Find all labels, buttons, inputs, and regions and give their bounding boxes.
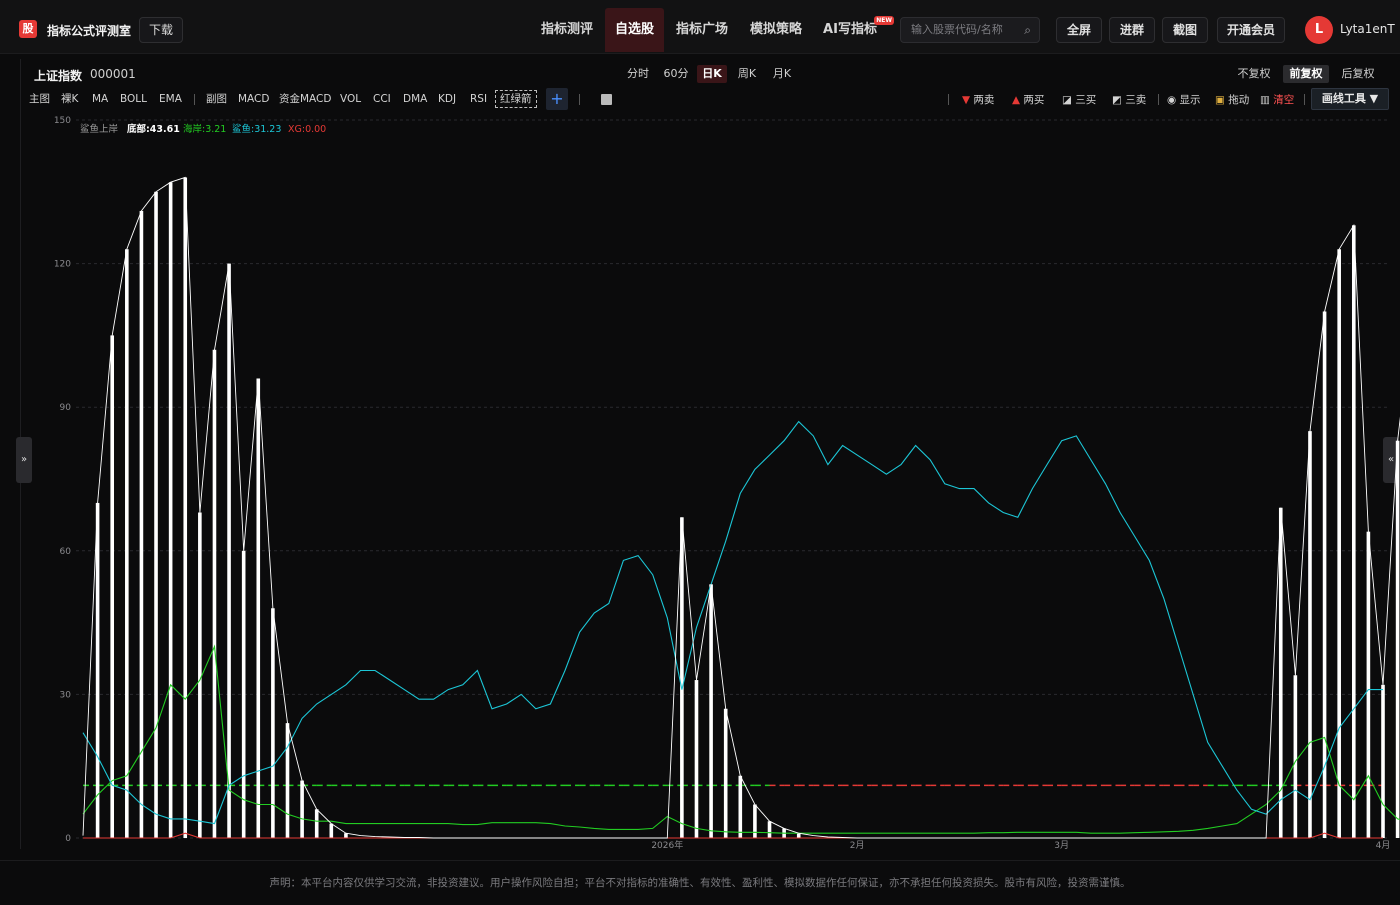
bottom-bar bbox=[1337, 249, 1341, 839]
bottom-bar bbox=[139, 210, 144, 839]
y-tick-label: 150 bbox=[54, 116, 71, 126]
bottom-bar bbox=[125, 249, 129, 839]
bottom-bar bbox=[300, 780, 304, 838]
bottom-bar bbox=[709, 584, 713, 838]
bottom-bar bbox=[256, 378, 261, 838]
bottom-bar bbox=[344, 833, 348, 838]
bottom-bar bbox=[694, 680, 699, 838]
bottom-bar bbox=[767, 821, 772, 838]
bottom-bar bbox=[738, 775, 743, 838]
bottom-bar bbox=[95, 502, 100, 838]
indicator-chart[interactable]: 0 30 60 90 120 150 2026年 2月 3月 4月 鲨鱼上岸 底部:43.61 … bbox=[0, 0, 1400, 860]
series-lines bbox=[82, 176, 1400, 839]
y-tick-label: 90 bbox=[60, 403, 72, 413]
y-axis: 0 30 60 90 120 150 bbox=[54, 116, 71, 844]
bottom-bar bbox=[285, 723, 290, 838]
series-line bbox=[82, 420, 1383, 825]
x-tick-label: 2026年 bbox=[651, 839, 683, 851]
bottom-bar bbox=[753, 804, 757, 838]
x-tick-label: 4月 bbox=[1376, 840, 1391, 851]
bottom-bar bbox=[1351, 225, 1356, 839]
bottom-bar bbox=[1322, 311, 1327, 838]
disclaimer: 声明：本平台内容仅供学习交流，非投资建议。用户操作风险自担；平台不对指标的准确性… bbox=[0, 860, 1400, 900]
bottom-bar bbox=[796, 833, 801, 838]
series-line bbox=[82, 176, 1400, 839]
legend-title: 鲨鱼上岸 bbox=[80, 123, 119, 135]
bottom-bar bbox=[1395, 440, 1400, 838]
bottom-bar bbox=[212, 349, 217, 838]
x-tick-label: 3月 bbox=[1054, 840, 1069, 851]
bottom-bar bbox=[271, 608, 275, 838]
legend-item-coast: 海岸:3.21 bbox=[183, 123, 226, 135]
bottom-bar bbox=[680, 517, 684, 838]
bottom-bar bbox=[1293, 675, 1298, 838]
bottom-bar bbox=[1308, 431, 1312, 838]
chart-legend: 鲨鱼上岸 底部:43.61 海岸:3.21 鲨鱼:31.23 XG:0.00 bbox=[80, 123, 326, 135]
y-tick-label: 120 bbox=[54, 260, 71, 270]
legend-item-bottom: 底部:43.61 bbox=[126, 123, 180, 135]
bottom-bar bbox=[314, 809, 319, 838]
bottom-bar bbox=[241, 550, 246, 838]
bottom-bar bbox=[723, 708, 728, 838]
series-line bbox=[83, 832, 1383, 839]
legend-item-xg: XG:0.00 bbox=[288, 124, 326, 135]
y-tick-label: 0 bbox=[65, 834, 71, 844]
bottom-bar bbox=[154, 191, 158, 839]
y-tick-label: 30 bbox=[60, 690, 72, 700]
bottom-bar bbox=[183, 177, 188, 838]
x-tick-label: 2月 bbox=[850, 840, 865, 851]
legend-item-shark: 鲨鱼:31.23 bbox=[232, 123, 281, 135]
x-axis: 2026年 2月 3月 4月 bbox=[651, 839, 1390, 851]
bottom-bar bbox=[1366, 531, 1371, 838]
y-tick-label: 60 bbox=[60, 547, 72, 557]
bottom-bar bbox=[168, 182, 173, 838]
bottom-bar bbox=[110, 335, 115, 838]
bottom-bar bbox=[329, 823, 334, 838]
bottom-bar bbox=[1381, 684, 1385, 838]
bottom-bar bbox=[198, 512, 202, 838]
bottom-bar bbox=[227, 263, 231, 839]
